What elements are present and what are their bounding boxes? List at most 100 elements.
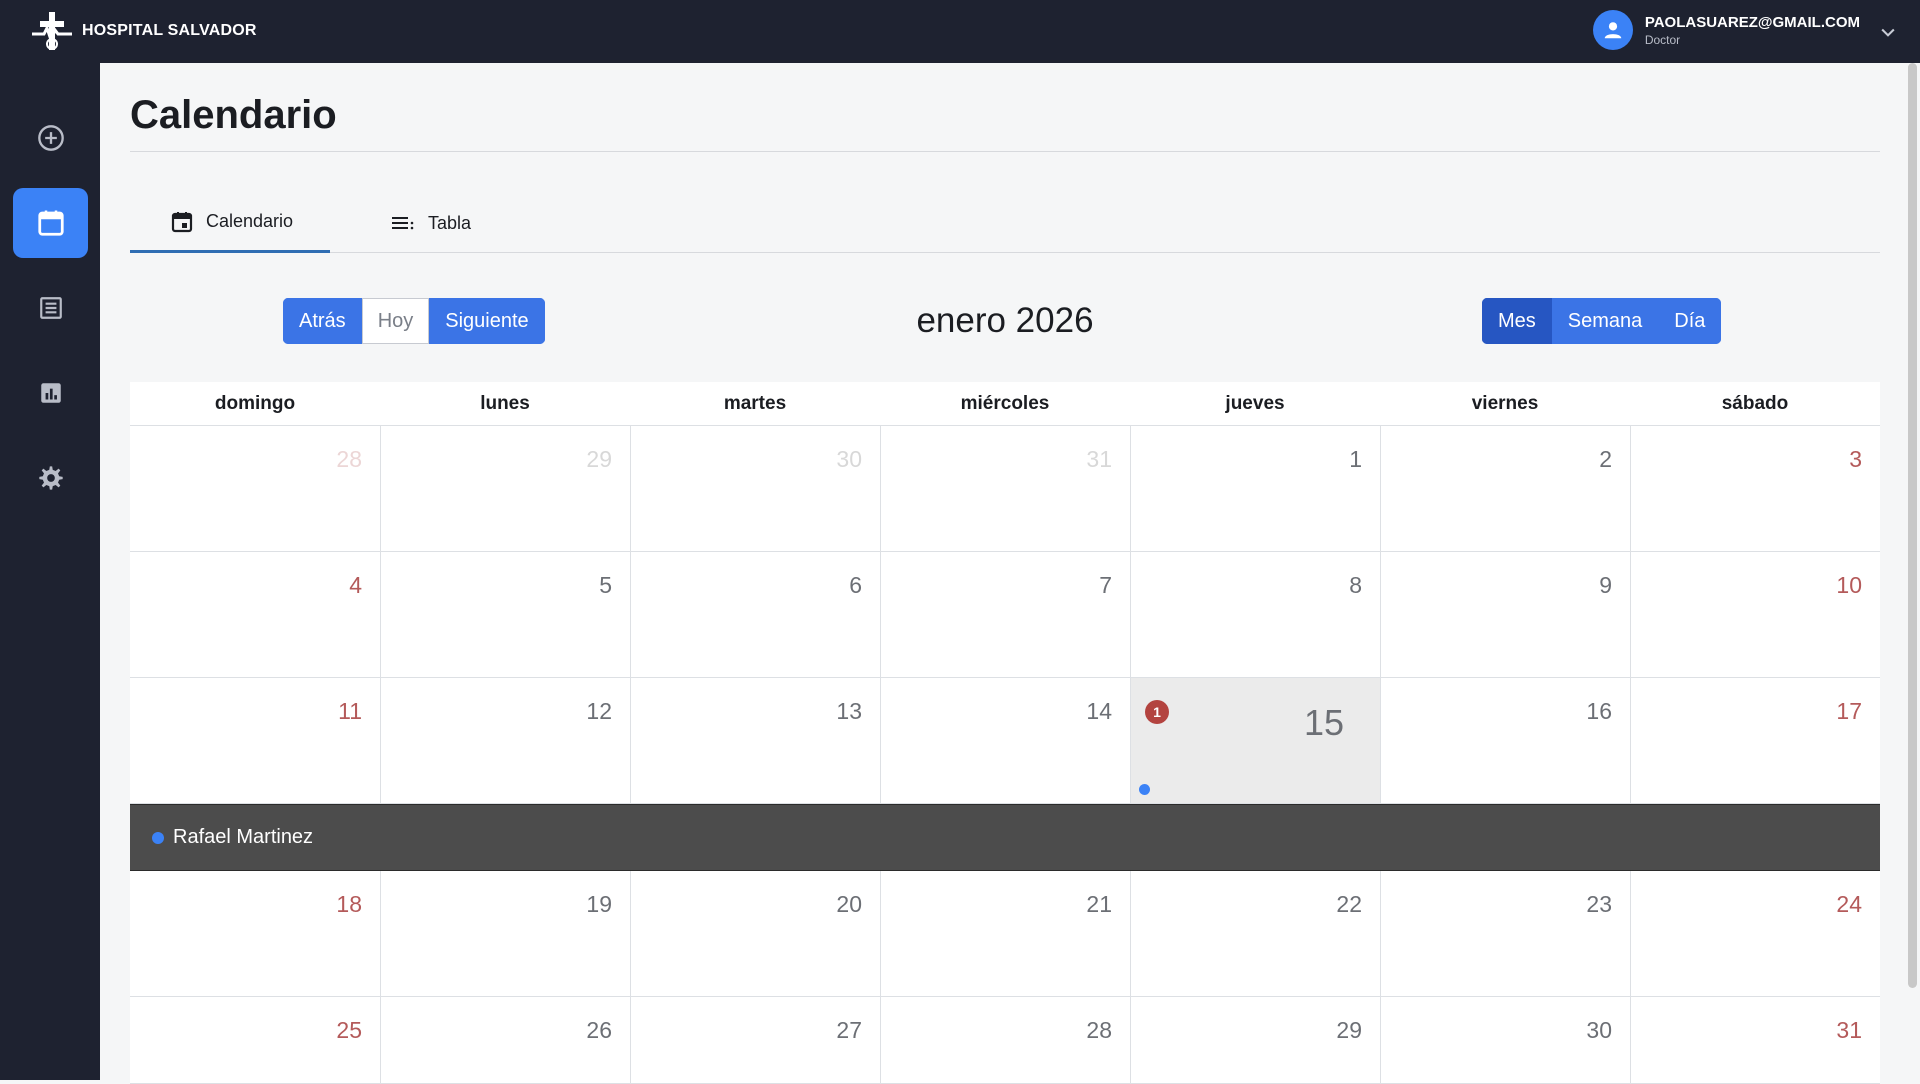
calendar-week: 4 5 6 7 8 9 10 [130, 552, 1880, 678]
day-cell[interactable]: 26 [380, 997, 630, 1083]
view-day-button[interactable]: Día [1658, 298, 1722, 344]
day-number: 12 [586, 698, 612, 724]
brand[interactable]: HOSPITAL SALVADOR [30, 10, 257, 52]
top-bar: HOSPITAL SALVADOR PAOLASUAREZ@GMAIL.COM … [0, 0, 1920, 63]
day-cell[interactable]: 5 [380, 552, 630, 677]
day-cell[interactable]: 19 [380, 871, 630, 996]
day-cell[interactable]: 31 [1630, 997, 1880, 1083]
weekday-header: domingo lunes martes miércoles jueves vi… [130, 382, 1880, 426]
calendar-week: 18 19 20 21 22 23 24 [130, 871, 1880, 997]
user-email: PAOLASUAREZ@GMAIL.COM [1644, 13, 1860, 31]
day-cell[interactable]: 13 [630, 678, 880, 803]
weekday-label: lunes [480, 392, 530, 414]
day-number: 28 [1086, 1017, 1112, 1043]
day-cell[interactable]: 20 [630, 871, 880, 996]
list-icon [392, 217, 414, 230]
sidebar-item-reports[interactable] [13, 358, 88, 428]
day-number: 1 [1349, 446, 1362, 472]
day-cell[interactable]: 18 [130, 871, 380, 996]
day-cell[interactable]: 28 [130, 426, 380, 551]
user-role: Doctor [1644, 32, 1681, 47]
page-scrollbar[interactable] [1908, 63, 1917, 988]
day-cell[interactable]: 22 [1130, 871, 1380, 996]
day-number: 17 [1836, 698, 1862, 724]
day-number: 13 [836, 698, 862, 724]
back-button[interactable]: Atrás [283, 298, 362, 344]
today-button[interactable]: Hoy [361, 298, 430, 344]
day-cell[interactable]: 1 [1130, 426, 1380, 551]
page-title: Calendario [130, 93, 337, 137]
day-number: 31 [1836, 1017, 1862, 1043]
day-cell[interactable]: 31 [880, 426, 1130, 551]
day-number: 30 [836, 446, 862, 472]
hospital-logo-icon [32, 12, 72, 50]
day-number: 28 [336, 446, 362, 472]
user-icon [1604, 22, 1622, 39]
month-calendar: domingo lunes martes miércoles jueves vi… [130, 382, 1880, 1084]
nav-button-group: Atrás Hoy Siguiente [283, 298, 545, 344]
day-cell[interactable]: 3 [1630, 426, 1880, 551]
day-cell[interactable]: 4 [130, 552, 380, 677]
next-button[interactable]: Siguiente [429, 298, 545, 344]
day-cell[interactable]: 23 [1380, 871, 1630, 996]
view-week-button[interactable]: Semana [1551, 298, 1659, 344]
sidebar [0, 63, 100, 1080]
sidebar-item-list[interactable] [13, 273, 88, 343]
day-cell[interactable]: 6 [630, 552, 880, 677]
day-cell[interactable]: 29 [380, 426, 630, 551]
day-number: 5 [599, 572, 612, 598]
brand-name: HOSPITAL SALVADOR [82, 22, 257, 39]
weekday-label: martes [723, 392, 787, 414]
day-number: 30 [1586, 1017, 1612, 1043]
day-number: 29 [586, 446, 612, 472]
view-month-button[interactable]: Mes [1482, 298, 1552, 344]
chart-icon [40, 383, 61, 403]
day-cell[interactable]: 21 [880, 871, 1130, 996]
day-cell[interactable]: 24 [1630, 871, 1880, 996]
day-cell[interactable]: 2 [1380, 426, 1630, 551]
calendar-week: 25 26 27 28 29 30 31 [130, 997, 1880, 1084]
day-cell-today[interactable]: 1 15 [1130, 678, 1380, 803]
day-number: 8 [1349, 572, 1362, 598]
event-count-badge[interactable]: 1 [1145, 700, 1169, 724]
day-cell[interactable]: 11 [130, 678, 380, 803]
day-cell[interactable]: 28 [880, 997, 1130, 1083]
day-number: 4 [349, 572, 362, 598]
event-name: Rafael Martinez [173, 826, 314, 848]
chevron-down-icon[interactable] [1878, 22, 1898, 42]
day-cell[interactable]: 9 [1380, 552, 1630, 677]
day-number: 6 [849, 572, 862, 598]
list-icon [39, 297, 62, 319]
main-content: Calendario Calendario Tabla enero 2026 A… [100, 63, 1920, 1084]
day-cell[interactable]: 12 [380, 678, 630, 803]
day-number: 25 [336, 1017, 362, 1043]
day-number: 11 [338, 698, 362, 724]
day-cell[interactable]: 30 [1380, 997, 1630, 1083]
user-menu[interactable]: PAOLASUAREZ@GMAIL.COM Doctor [1592, 10, 1895, 50]
day-number: 29 [1336, 1017, 1362, 1043]
day-number: 18 [336, 891, 362, 917]
day-cell[interactable]: 25 [130, 997, 380, 1083]
avatar[interactable] [1592, 10, 1633, 50]
add-circle-icon [37, 125, 64, 151]
day-cell[interactable]: 16 [1380, 678, 1630, 803]
sidebar-item-calendar[interactable] [13, 188, 88, 258]
weekday-label: sábado [1721, 392, 1789, 414]
tab-calendario[interactable]: Calendario [130, 193, 330, 253]
day-cell[interactable]: 7 [880, 552, 1130, 677]
sidebar-item-settings[interactable] [13, 443, 88, 513]
day-cell[interactable]: 30 [630, 426, 880, 551]
day-cell[interactable]: 27 [630, 997, 880, 1083]
day-number: 15 [1303, 702, 1344, 743]
day-cell[interactable]: 17 [1630, 678, 1880, 803]
day-cell[interactable]: 29 [1130, 997, 1380, 1083]
day-cell[interactable]: 14 [880, 678, 1130, 803]
day-number: 7 [1099, 572, 1112, 598]
sidebar-item-new[interactable] [13, 103, 88, 173]
event-item[interactable]: Rafael Martinez [130, 804, 1880, 871]
day-cell[interactable]: 8 [1130, 552, 1380, 677]
weekday-label: miércoles [960, 392, 1050, 414]
day-cell[interactable]: 10 [1630, 552, 1880, 677]
day-number: 20 [836, 891, 862, 917]
tab-tabla[interactable]: Tabla [390, 193, 540, 253]
